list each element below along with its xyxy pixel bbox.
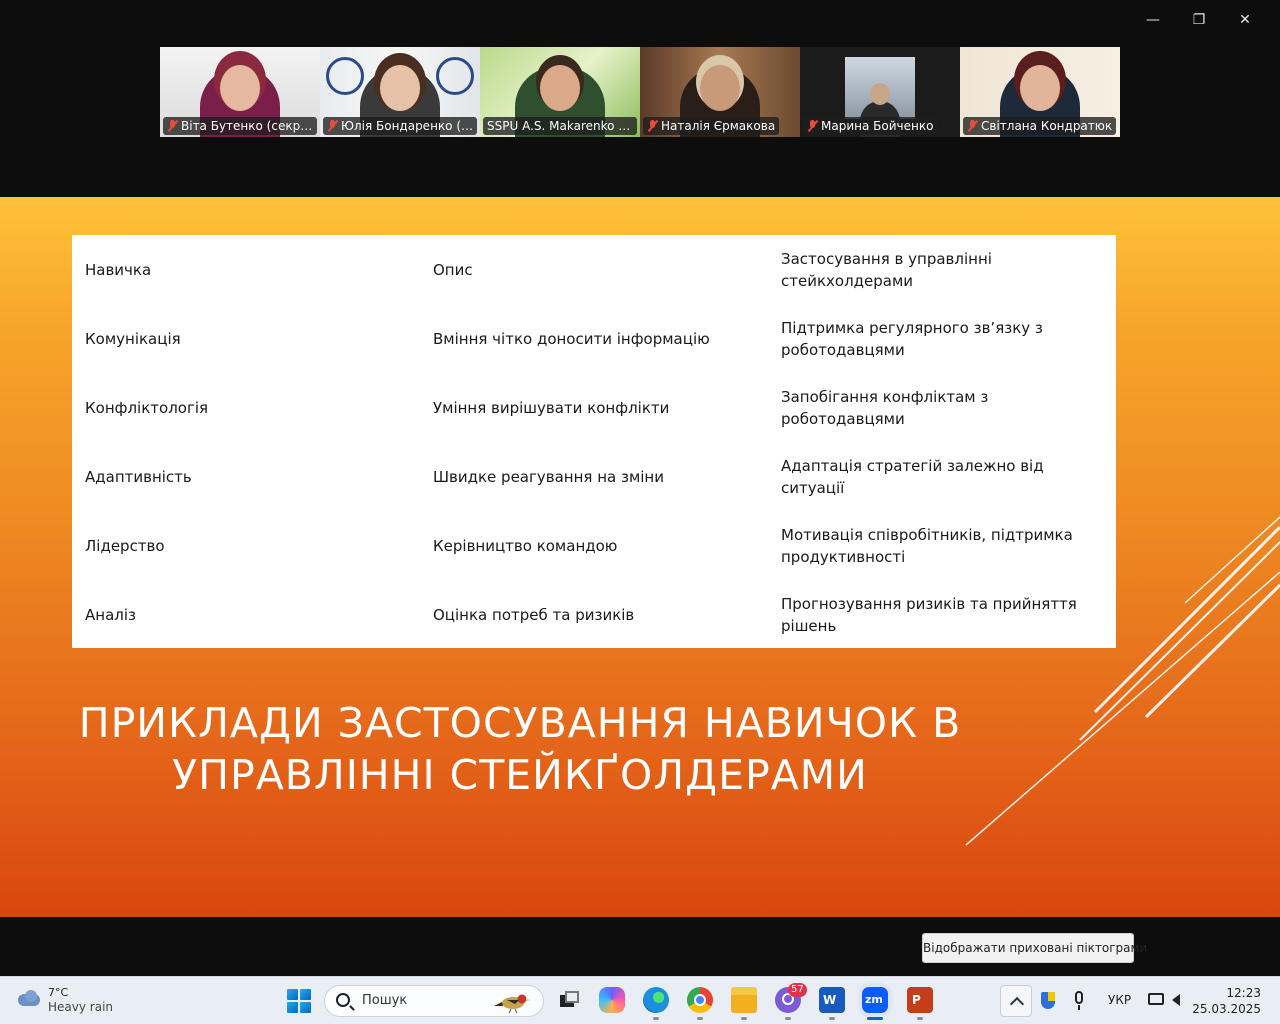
participant-name: Світлана Кондратюк	[963, 117, 1117, 135]
mic-muted-icon	[967, 120, 978, 132]
table-cell: Прогнозування ризиків та прийняття рішен…	[781, 594, 1077, 635]
table-row: Лідерство Керівництво командою Мотивація…	[72, 511, 1116, 580]
close-button[interactable]: ✕	[1222, 8, 1268, 32]
header-skill: Навичка	[85, 260, 152, 279]
participant-tile[interactable]: Віта Бутенко (секретар...	[160, 47, 320, 137]
chrome-browser-icon[interactable]	[687, 987, 713, 1013]
table-cell: Підтримка регулярного зв’язку з роботода…	[781, 318, 1043, 359]
taskbar-search[interactable]: Пошук	[324, 985, 544, 1017]
table-row: Конфліктологія Уміння вирішувати конфлік…	[72, 373, 1116, 442]
rain-cloud-icon	[16, 990, 42, 1010]
table-cell: Аналіз	[85, 605, 136, 624]
shared-slide: Навичка Опис Застосування в управлінні с…	[0, 197, 1280, 917]
running-indicator	[741, 1017, 747, 1020]
table-cell: Лідерство	[85, 536, 165, 555]
copilot-icon[interactable]	[599, 987, 625, 1013]
microphone-icon[interactable]	[1075, 991, 1083, 1004]
participant-name: SSPU A.S. Makarenko Se...	[483, 117, 637, 135]
file-explorer-icon[interactable]	[731, 987, 757, 1013]
security-shield-icon[interactable]	[1041, 992, 1055, 1009]
table-cell: Керівництво командою	[433, 536, 618, 555]
edge-browser-icon[interactable]	[643, 987, 669, 1013]
weather-condition: Heavy rain	[48, 1000, 114, 1014]
slide-title-line: УПРАВЛІННІ СТЕЙКҐОЛДЕРАМИ	[172, 751, 868, 799]
microphone-stand-icon	[1078, 1005, 1080, 1010]
powerpoint-icon[interactable]: P	[907, 987, 933, 1013]
table-row: Комунікація Вміння чітко доносити інформ…	[72, 304, 1116, 373]
windows-start-icon[interactable]	[287, 989, 311, 1013]
table-row: Аналіз Оцінка потреб та ризиків Прогнозу…	[72, 580, 1116, 649]
tray-tooltip: Відображати приховані піктограми	[922, 933, 1147, 963]
table-header-row: Навичка Опис Застосування в управлінні с…	[72, 235, 1116, 304]
word-icon[interactable]: W	[819, 987, 845, 1013]
zoom-icon[interactable]: zm	[862, 987, 888, 1013]
participant-tile[interactable]: Світлана Кондратюк	[960, 47, 1120, 137]
table-cell: Уміння вирішувати конфлікти	[433, 398, 670, 417]
task-view-icon[interactable]	[556, 987, 582, 1013]
weather-temperature: 7°C	[48, 986, 69, 999]
slide-title: ПРИКЛАДИ ЗАСТОСУВАННЯ НАВИЧОК В УПРАВЛІН…	[60, 697, 980, 801]
participant-video-strip: Віта Бутенко (секретар... Юлія Бондаренк…	[160, 47, 1120, 137]
language-indicator[interactable]: УКР	[1108, 993, 1131, 1007]
table-cell: Адаптивність	[85, 467, 192, 486]
table-cell: Оцінка потреб та ризиків	[433, 605, 635, 624]
table-cell: Комунікація	[85, 329, 181, 348]
table-cell: Адаптація стратегій залежно від ситуації	[781, 456, 1044, 497]
search-highlight-bird-icon	[494, 994, 531, 1014]
mic-muted-icon	[167, 120, 178, 132]
running-indicator	[785, 1017, 791, 1020]
table-cell: Вміння чітко доносити інформацію	[433, 329, 710, 348]
show-hidden-icons-chevron-icon[interactable]	[1000, 985, 1032, 1017]
volume-icon[interactable]	[1172, 994, 1180, 1006]
table-cell: Конфліктологія	[85, 398, 209, 417]
system-clock[interactable]: 12:23 25.03.2025	[1192, 985, 1261, 1017]
minimize-button[interactable]: —	[1130, 8, 1176, 32]
active-app-indicator	[867, 1017, 883, 1020]
table-row: Адаптивність Швидке реагування на зміни …	[72, 442, 1116, 511]
table-cell: Мотивація співробітників, підтримка прод…	[781, 525, 1073, 566]
running-indicator	[697, 1017, 703, 1020]
participant-tile[interactable]: Марина Бойченко	[800, 47, 960, 137]
participant-name: Марина Бойченко	[803, 117, 938, 135]
mic-muted-icon	[647, 120, 658, 132]
network-icon[interactable]	[1148, 993, 1164, 1005]
viber-unread-badge: 57	[788, 983, 807, 997]
participant-name: Юлія Бондаренко (гара...	[323, 117, 477, 135]
skills-table: Навичка Опис Застосування в управлінні с…	[72, 235, 1116, 648]
search-placeholder: Пошук	[362, 993, 408, 1008]
participant-name: Віта Бутенко (секретар...	[163, 117, 317, 135]
slide-title-line: ПРИКЛАДИ ЗАСТОСУВАННЯ НАВИЧОК В	[78, 699, 962, 747]
running-indicator	[829, 1017, 835, 1020]
table-cell: Швидке реагування на зміни	[433, 467, 664, 486]
participant-tile[interactable]: Наталія Єрмакова	[640, 47, 800, 137]
participant-tile[interactable]: Юлія Бондаренко (гара...	[320, 47, 480, 137]
weather-widget[interactable]: 7°C Heavy rain	[16, 985, 113, 1015]
taskbar: 7°C Heavy rain Пошук 57 W zm P УКР 12:23…	[0, 976, 1280, 1024]
running-indicator	[653, 1017, 659, 1020]
table-cell: Запобігання конфліктам з роботодавцями	[781, 387, 989, 428]
clock-date: 25.03.2025	[1192, 1002, 1261, 1016]
search-icon	[336, 993, 350, 1007]
mic-muted-icon	[327, 120, 338, 132]
participant-tile-active-speaker[interactable]: SSPU A.S. Makarenko Se...	[480, 47, 640, 137]
header-description: Опис	[433, 260, 473, 279]
window-controls: — ❐ ✕	[1130, 8, 1268, 32]
header-application: Застосування в управлінні стейкхолдерами	[781, 249, 992, 290]
restore-button[interactable]: ❐	[1176, 8, 1222, 32]
clock-time: 12:23	[1226, 986, 1261, 1000]
participant-name: Наталія Єрмакова	[643, 117, 780, 135]
mic-muted-icon	[807, 120, 818, 132]
running-indicator	[917, 1017, 923, 1020]
